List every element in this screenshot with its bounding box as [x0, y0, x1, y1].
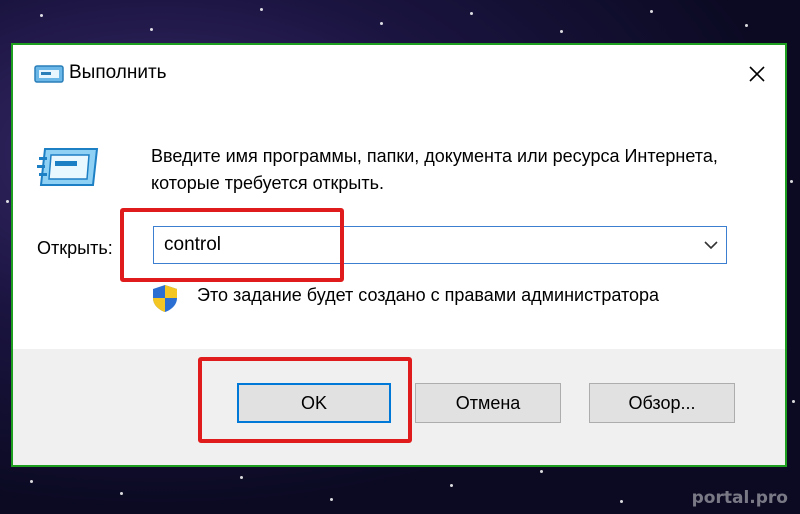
- open-label: Открыть:: [37, 238, 113, 258]
- star: [380, 22, 383, 25]
- chevron-down-icon[interactable]: [702, 237, 720, 253]
- star: [540, 470, 543, 473]
- star: [560, 30, 563, 33]
- star: [260, 8, 263, 11]
- ok-highlight-box: [198, 357, 412, 443]
- star: [650, 10, 653, 13]
- run-dialog-icon: [34, 65, 64, 83]
- close-button[interactable]: [737, 55, 777, 93]
- close-icon: [749, 66, 765, 82]
- title-bar[interactable]: Выполнить: [13, 45, 785, 101]
- instruction-text: Введите имя программы, папки, документа …: [151, 146, 718, 193]
- uac-shield-icon: [153, 285, 177, 312]
- star: [120, 492, 123, 495]
- star: [40, 14, 43, 17]
- star: [330, 498, 333, 501]
- window-title: Выполнить: [69, 62, 167, 83]
- input-highlight-box: [120, 208, 344, 282]
- star: [792, 400, 795, 403]
- star: [240, 476, 243, 479]
- star: [150, 28, 153, 31]
- star: [470, 12, 473, 15]
- admin-note: Это задание будет создано с правами адми…: [197, 285, 660, 305]
- star: [790, 180, 793, 183]
- watermark: portal.pro: [691, 488, 788, 508]
- run-program-icon: [37, 148, 99, 186]
- star: [30, 480, 33, 483]
- star: [745, 24, 748, 27]
- star: [6, 200, 9, 203]
- cancel-button[interactable]: Отмена: [415, 383, 561, 423]
- browse-button[interactable]: Обзор...: [589, 383, 735, 423]
- star: [450, 484, 453, 487]
- star: [620, 500, 623, 503]
